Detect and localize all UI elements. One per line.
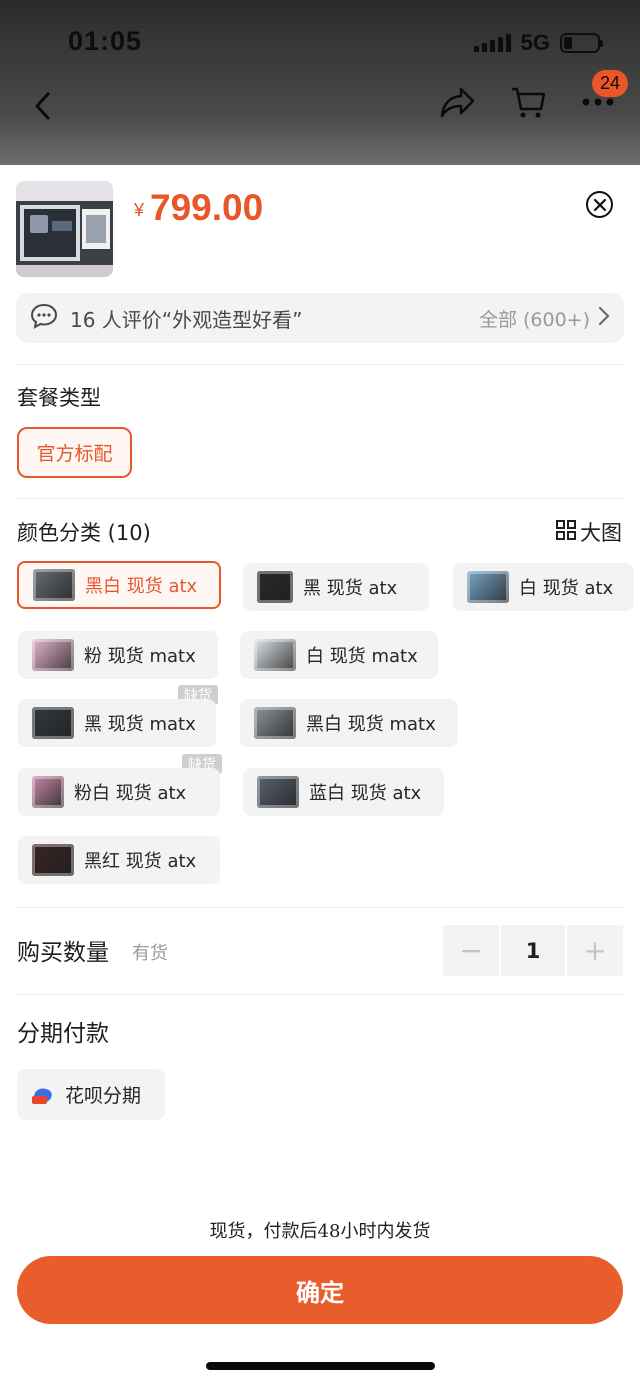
color-option-label: 白 现货 atx xyxy=(519,578,614,599)
color-option-label: 粉白 现货 atx xyxy=(74,783,187,804)
color-thumb xyxy=(32,844,74,876)
confirm-button[interactable]: 确定 xyxy=(17,1256,623,1324)
shipping-note: 现货，付款后48小时内发货 xyxy=(209,1221,431,1242)
color-thumb xyxy=(254,639,296,671)
divider xyxy=(16,994,624,995)
battery-icon xyxy=(560,33,603,53)
color-option-6[interactable]: 黑白 现货 matx xyxy=(240,699,458,747)
share-icon[interactable] xyxy=(438,82,478,122)
color-option-8[interactable]: 蓝白 现货 atx xyxy=(243,768,444,816)
color-thumb xyxy=(467,571,509,603)
installment-option-huabei[interactable]: 花呗分期 xyxy=(17,1069,165,1120)
divider xyxy=(16,907,624,908)
price-currency: ¥ xyxy=(134,200,145,220)
grid-icon xyxy=(556,519,576,545)
color-option-label: 白 现货 matx xyxy=(306,646,418,667)
chat-bubble-icon xyxy=(30,303,58,333)
color-option-label: 黑 现货 matx xyxy=(84,714,196,735)
dimmed-page-background: 01:05 5G 24 xyxy=(0,0,640,165)
increase-button[interactable]: + xyxy=(567,925,623,976)
big-image-label: 大图 xyxy=(580,521,622,545)
color-section-title: 颜色分类 (10) xyxy=(17,521,151,545)
top-nav-actions xyxy=(438,82,618,122)
color-option-label: 粉 现货 matx xyxy=(84,646,196,667)
color-option-4[interactable]: 白 现货 matx xyxy=(240,631,438,679)
color-option-9[interactable]: 黑红 现货 atx xyxy=(18,836,220,884)
cart-icon[interactable] xyxy=(508,82,548,122)
status-time: 01:05 xyxy=(68,26,143,56)
package-option-official[interactable]: 官方标配 xyxy=(17,427,132,478)
divider xyxy=(16,498,624,499)
big-image-toggle[interactable]: 大图 xyxy=(556,517,622,547)
product-price: ¥799.00 xyxy=(134,187,263,229)
color-option-3[interactable]: 粉 现货 matx xyxy=(18,631,218,679)
color-thumb xyxy=(257,571,293,603)
color-option-5[interactable]: 黑 现货 matx xyxy=(18,699,216,747)
color-option-label: 黑白 现货 atx xyxy=(85,576,198,597)
review-summary-bar[interactable]: 16 人评价“外观造型好看” 全部 (600+) xyxy=(16,293,624,343)
color-thumb xyxy=(257,776,299,808)
decrease-button[interactable]: − xyxy=(443,925,499,976)
color-thumb xyxy=(32,776,64,808)
cart-badge: 24 xyxy=(591,70,628,97)
sku-selector-sheet: ¥799.00 16 人评价“外观造型好看” 全部 (600+) 套餐类型 官方… xyxy=(0,165,640,1385)
color-thumb xyxy=(33,569,75,601)
signal-icon xyxy=(473,34,511,52)
color-option-0[interactable]: 黑白 现货 atx xyxy=(17,561,221,609)
quantity-stepper: − 1 + xyxy=(443,925,623,976)
review-all-link[interactable]: 全部 (600+) xyxy=(479,305,590,332)
color-option-label: 黑 现货 atx xyxy=(303,578,398,599)
color-thumb xyxy=(32,707,74,739)
color-option-label: 黑白 现货 matx xyxy=(306,714,436,735)
quantity-value[interactable]: 1 xyxy=(501,925,565,976)
color-option-7[interactable]: 粉白 现货 atx xyxy=(18,768,220,816)
battery-level xyxy=(564,37,572,49)
color-thumb xyxy=(32,639,74,671)
color-option-label: 蓝白 现货 atx xyxy=(309,783,422,804)
close-circle-icon[interactable] xyxy=(586,191,613,218)
quantity-label: 购买数量 xyxy=(17,940,109,966)
color-thumb xyxy=(254,707,296,739)
color-option-2[interactable]: 白 现货 atx xyxy=(453,563,634,611)
network-type: 5G xyxy=(520,30,550,55)
review-text: 16 人评价“外观造型好看” xyxy=(70,307,303,332)
installment-section-title: 分期付款 xyxy=(17,1021,109,1047)
huabei-icon xyxy=(31,1085,55,1105)
product-thumbnail[interactable] xyxy=(16,181,113,277)
divider xyxy=(16,364,624,365)
chevron-right-icon xyxy=(598,306,610,330)
status-indicators: 5G xyxy=(473,30,603,56)
price-value: 799.00 xyxy=(150,187,264,228)
home-indicator xyxy=(206,1362,435,1370)
package-section-title: 套餐类型 xyxy=(17,386,101,410)
color-option-label: 黑红 现货 atx xyxy=(84,851,197,872)
color-option-1[interactable]: 黑 现货 atx xyxy=(243,563,429,611)
chevron-left-icon[interactable] xyxy=(30,88,56,124)
installment-option-label: 花呗分期 xyxy=(65,1085,142,1107)
stock-status: 有货 xyxy=(132,943,168,964)
